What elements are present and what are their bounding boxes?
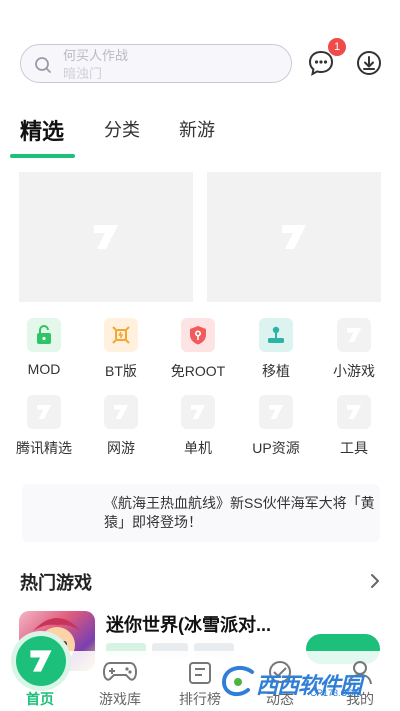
chevron-right-icon[interactable] — [368, 571, 382, 591]
search-placeholder: 何买人作战 暗浊门 — [63, 48, 128, 82]
placeholder-icon — [104, 395, 138, 429]
section-title-hot-games: 热门游戏 — [20, 573, 92, 593]
category-mod[interactable]: MOD — [6, 318, 82, 377]
joystick-icon — [259, 318, 293, 352]
placeholder-icon — [337, 395, 371, 429]
nav-label: 游戏库 — [99, 691, 141, 707]
watermark-subtext: CR173.COM — [310, 688, 362, 698]
category-bt[interactable]: BT版 — [83, 318, 159, 381]
category-label: MOD — [27, 361, 61, 377]
gamepad-icon — [102, 662, 138, 681]
search-icon — [35, 57, 51, 73]
tab-category[interactable]: 分类 — [104, 116, 140, 142]
category-label: UP资源 — [252, 440, 300, 456]
category-label: BT版 — [105, 363, 137, 379]
category-label: 移植 — [262, 363, 290, 379]
home-icon[interactable] — [16, 636, 66, 686]
category-port[interactable]: 移植 — [238, 318, 314, 381]
category-mini-games[interactable]: 小游戏 — [316, 318, 392, 381]
watermark-logo: 西西软件园 CR173.COM — [218, 662, 380, 702]
category-tencent[interactable]: 腾讯精选 — [6, 395, 82, 458]
category-tools[interactable]: 工具 — [316, 395, 392, 458]
notification-badge: 1 — [328, 38, 346, 56]
root-shield-icon — [181, 318, 215, 352]
placeholder-logo-icon — [94, 225, 118, 249]
game-title[interactable]: 迷你世界(冰雪派对... — [106, 611, 271, 637]
search-placeholder-line2: 暗浊门 — [63, 66, 103, 81]
search-placeholder-line1: 何买人作战 — [63, 48, 129, 63]
placeholder-icon — [27, 395, 61, 429]
tab-underline — [10, 154, 75, 158]
category-up-resources[interactable]: UP资源 — [238, 395, 314, 458]
placeholder-icon — [259, 395, 293, 429]
category-no-root[interactable]: 免ROOT — [160, 318, 236, 381]
placeholder-logo-icon — [282, 225, 306, 249]
ranking-icon — [189, 662, 211, 684]
tab-new-games[interactable]: 新游 — [179, 116, 215, 142]
banner-right[interactable] — [207, 172, 381, 302]
nav-label: 首页 — [26, 691, 54, 707]
placeholder-icon — [181, 395, 215, 429]
news-notice[interactable]: 《航海王热血航线》新SS伙伴海军大将「黄猿」即将登场！ — [22, 484, 380, 542]
top-tabs: 精选 分类 新游 — [0, 110, 400, 160]
category-label: 小游戏 — [333, 363, 375, 379]
lock-icon — [27, 318, 61, 352]
category-label: 免ROOT — [170, 363, 226, 379]
search-input[interactable]: 何买人作战 暗浊门 — [20, 44, 292, 83]
category-online[interactable]: 网游 — [83, 395, 159, 458]
category-label: 网游 — [107, 440, 135, 456]
category-single[interactable]: 单机 — [160, 395, 236, 458]
download-icon[interactable] — [354, 48, 384, 78]
category-label: 工具 — [340, 440, 368, 456]
placeholder-icon — [337, 318, 371, 352]
banner-left[interactable] — [19, 172, 193, 302]
category-label: 腾讯精选 — [16, 440, 72, 456]
watermark-swirl-icon — [221, 665, 254, 697]
bug-icon — [104, 318, 138, 352]
notice-text: 《航海王热血航线》新SS伙伴海军大将「黄猿」即将登场！ — [104, 495, 375, 530]
nav-game-library[interactable]: 游戏库 — [80, 651, 160, 711]
category-label: 单机 — [184, 440, 212, 456]
tab-featured[interactable]: 精选 — [20, 114, 64, 146]
